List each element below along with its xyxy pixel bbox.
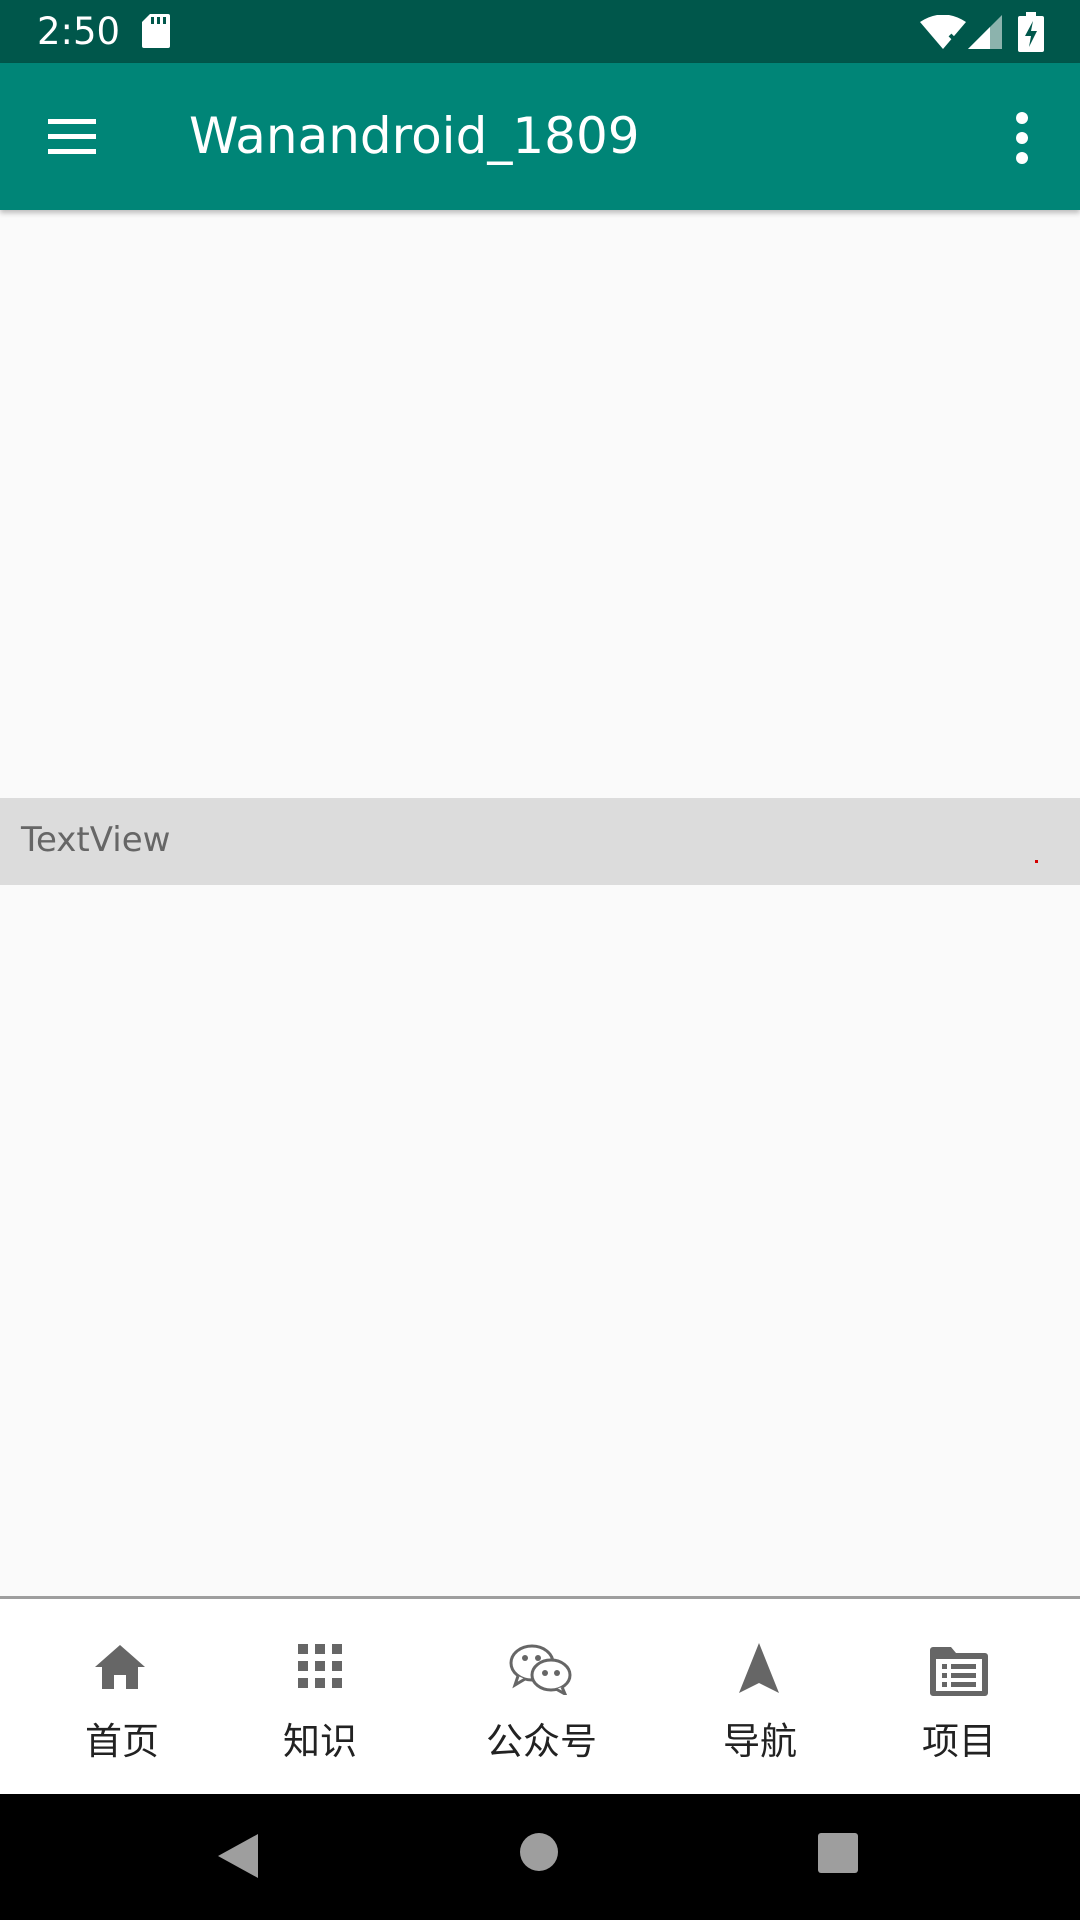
recents-icon[interactable] (817, 1832, 859, 1874)
wifi-icon (920, 15, 966, 49)
status-bar: 2:50 (0, 0, 1080, 63)
nav-label-wechat: 公众号 (486, 1720, 597, 1763)
wechat-icon (509, 1644, 572, 1695)
nav-item-home[interactable]: 首页 (60, 1599, 180, 1794)
nav-item-wechat[interactable]: 公众号 (470, 1599, 610, 1794)
grid-icon (298, 1644, 342, 1688)
hamburger-menu-icon[interactable] (42, 115, 102, 159)
nav-item-project[interactable]: 项目 (898, 1599, 1018, 1794)
sd-card-icon (142, 14, 170, 48)
home-icon (95, 1645, 145, 1689)
system-navigation-bar (0, 1794, 1080, 1920)
nav-item-navigation[interactable]: 导航 (700, 1599, 820, 1794)
status-time: 2:50 (37, 10, 121, 53)
nav-label-project: 项目 (922, 1720, 996, 1763)
toolbar-title: Wanandroid_1809 (189, 107, 640, 165)
folder-list-icon (930, 1647, 988, 1696)
battery-charging-icon (1018, 12, 1044, 52)
more-vert-icon[interactable] (1005, 108, 1039, 168)
indicator-dot (1035, 860, 1038, 863)
textview-label: TextView (21, 820, 171, 860)
nav-label-home: 首页 (85, 1720, 159, 1763)
back-icon[interactable] (216, 1832, 260, 1880)
app-toolbar: Wanandroid_1809 (0, 63, 1080, 210)
textview-bar: TextView (0, 798, 1080, 885)
main-content: TextView (0, 210, 1080, 1596)
nav-item-knowledge[interactable]: 知识 (260, 1599, 380, 1794)
bottom-navigation: 首页 知识 公众号 导航 项目 (0, 1599, 1080, 1794)
navigation-icon (739, 1643, 779, 1693)
nav-label-knowledge: 知识 (283, 1720, 357, 1763)
signal-icon (968, 15, 1002, 49)
home-circle-icon[interactable] (519, 1832, 559, 1872)
nav-label-navigation: 导航 (723, 1720, 797, 1763)
